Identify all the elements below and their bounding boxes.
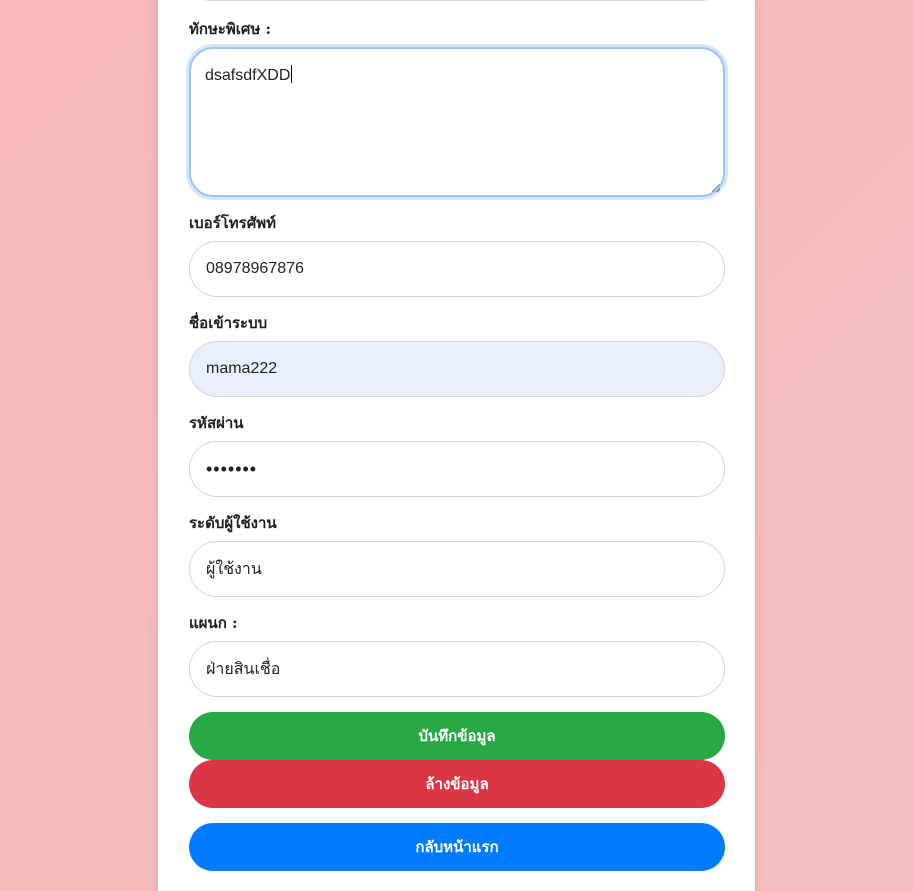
username-input-value: mama222 [206, 360, 278, 377]
skills-textarea-value: dsafsdfXDD [205, 67, 291, 84]
phone-input-value: 08978967876 [206, 260, 304, 277]
resize-handle-icon[interactable] [712, 184, 720, 192]
user-level-input[interactable]: ผู้ใช้งาน [189, 541, 725, 597]
department-label: แผนก : [189, 614, 238, 632]
previous-field-bottom-edge[interactable] [189, 0, 723, 1]
password-label: รหัสผ่าน [189, 414, 244, 432]
user-level-input-value: ผู้ใช้งาน [206, 560, 262, 578]
clear-button[interactable]: ล้างข้อมูล [189, 760, 725, 808]
phone-input[interactable]: 08978967876 [189, 241, 725, 297]
skills-textarea[interactable]: dsafsdfXDD [189, 47, 725, 197]
save-button[interactable]: บันทึกข้อมูล [189, 712, 725, 760]
department-input-value: ฝ่ายสินเชื่อ [206, 660, 281, 678]
back-to-home-button[interactable]: กลับหน้าแรก [189, 823, 725, 871]
user-level-label: ระดับผู้ใช้งาน [189, 514, 277, 532]
department-input[interactable]: ฝ่ายสินเชื่อ [189, 641, 725, 697]
username-input[interactable]: mama222 [189, 341, 725, 397]
phone-label: เบอร์โทรศัพท์ [189, 214, 277, 232]
registration-form-card: ทักษะพิเศษ : dsafsdfXDD เบอร์โทรศัพท์ 08… [158, 0, 755, 891]
password-input[interactable]: ••••••• [189, 441, 725, 497]
password-input-value: ••••••• [206, 458, 258, 479]
username-label: ชื่อเข้าระบบ [189, 314, 268, 332]
skills-label: ทักษะพิเศษ : [189, 20, 272, 38]
text-caret [291, 65, 293, 83]
